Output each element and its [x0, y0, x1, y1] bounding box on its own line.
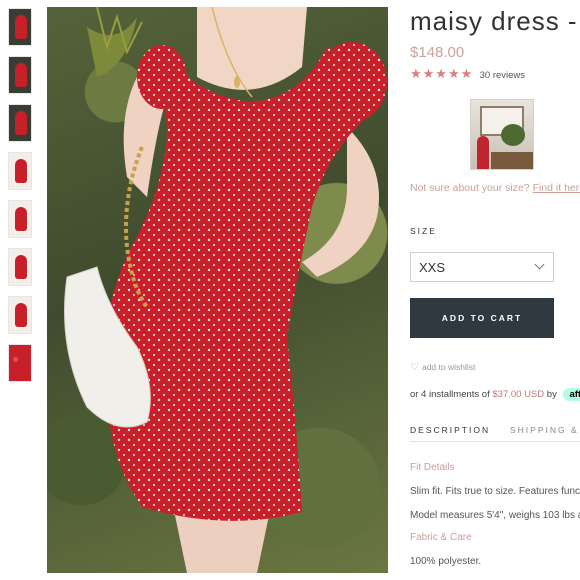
- thumbnail-6[interactable]: [8, 248, 32, 286]
- thumbnail-image: [15, 63, 27, 87]
- star-rating-icon: ★★★★★: [410, 66, 474, 81]
- installments-prefix: or 4 installments of: [410, 389, 493, 400]
- thumbnail-image: [9, 345, 31, 381]
- plant-graphic: [501, 124, 525, 146]
- thumbnail-8[interactable]: [8, 344, 32, 382]
- product-title: maisy dress - red: [410, 6, 580, 36]
- dress-illustration: [64, 7, 387, 573]
- add-to-wishlist-link[interactable]: ♡ add to wishlist: [410, 362, 475, 373]
- thumbnail-image: [15, 303, 27, 327]
- fit-details-heading: Fit Details: [410, 462, 455, 473]
- heart-icon: ♡: [410, 362, 419, 373]
- add-to-cart-button[interactable]: ADD TO CART: [410, 298, 554, 338]
- thumbnail-image: [15, 255, 27, 279]
- thumbnail-4[interactable]: [8, 152, 32, 190]
- product-rating[interactable]: ★★★★★ 30 reviews: [410, 66, 525, 82]
- size-select-value: XXS: [419, 260, 446, 275]
- thumbnail-5[interactable]: [8, 200, 32, 238]
- installments-info: or 4 installments of $37.00 USD by after…: [410, 388, 580, 401]
- thumbnail-image: [15, 15, 27, 39]
- fabric-care-text: 100% polyester.: [410, 556, 482, 567]
- size-help: Not sure about your size? Find it here: [410, 182, 580, 194]
- size-help-link[interactable]: Find it here: [533, 182, 580, 194]
- thumbnail-3[interactable]: [8, 104, 32, 142]
- thumbnail-gallery: [8, 8, 32, 392]
- product-price: $148.00: [410, 44, 465, 61]
- model-details-text: Model measures 5'4", weighs 103 lbs and …: [410, 510, 580, 521]
- thumbnail-image: [15, 207, 27, 231]
- installments-amount: $37.00 USD: [492, 389, 545, 400]
- size-select[interactable]: XXS: [410, 252, 554, 282]
- tab-shipping-returns[interactable]: SHIPPING & RETURNS: [510, 425, 580, 435]
- thumbnail-1[interactable]: [8, 8, 32, 46]
- thumbnail-7[interactable]: [8, 296, 32, 334]
- fabric-care-heading: Fabric & Care: [410, 532, 472, 543]
- afterpay-badge[interactable]: afterpay: [563, 388, 580, 401]
- person-graphic: [477, 136, 489, 169]
- thumbnail-image: [15, 159, 27, 183]
- wishlist-label: add to wishlist: [421, 362, 476, 372]
- table-graphic: [491, 152, 533, 169]
- chevron-down-icon: [534, 259, 545, 270]
- thumbnail-image: [15, 111, 27, 135]
- customer-photo[interactable]: [470, 99, 534, 170]
- size-label: SIZE: [410, 226, 437, 236]
- tab-description[interactable]: DESCRIPTION: [410, 425, 490, 435]
- product-tabs: DESCRIPTION SHIPPING & RETURNS: [410, 420, 580, 442]
- thumbnail-2[interactable]: [8, 56, 32, 94]
- main-product-image[interactable]: [47, 7, 388, 573]
- size-help-text: Not sure about your size?: [410, 182, 533, 194]
- fit-details-text: Slim fit. Fits true to size. Features fu…: [410, 486, 580, 497]
- product-info-panel: maisy dress - red $148.00 ★★★★★ 30 revie…: [410, 0, 580, 580]
- installments-by: by: [544, 389, 560, 400]
- review-count[interactable]: 30 reviews: [480, 70, 525, 81]
